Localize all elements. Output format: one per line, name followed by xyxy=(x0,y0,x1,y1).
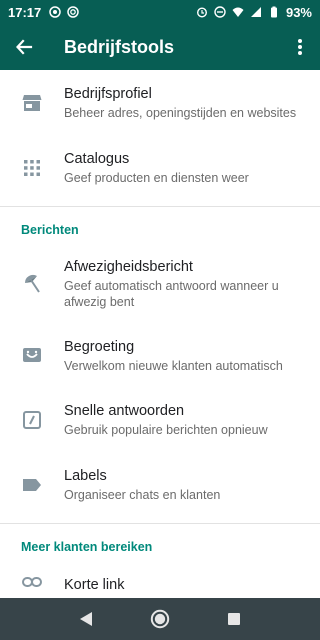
greeting-icon xyxy=(23,348,41,362)
more-vert-icon xyxy=(298,39,302,55)
arrow-left-icon xyxy=(16,39,33,55)
status-bar: 17:17 93% xyxy=(0,0,320,24)
item-subtitle: Verwelkom nieuwe klanten automatisch xyxy=(64,359,283,373)
list-item-short-link[interactable]: Korte link xyxy=(0,560,320,598)
item-title: Afwezigheidsbericht xyxy=(64,259,193,275)
nav-back-icon[interactable] xyxy=(79,611,93,627)
quick-reply-icon xyxy=(23,411,41,429)
list-item-greeting[interactable]: Begroeting Verwelkom nieuwe klanten auto… xyxy=(0,325,320,387)
list-item-quick-replies[interactable]: Snelle antwoorden Gebruik populaire beri… xyxy=(0,387,320,453)
page-title: Bedrijfstools xyxy=(64,36,175,57)
back-button[interactable] xyxy=(0,24,48,70)
item-subtitle: Geef producten en diensten weer xyxy=(64,171,249,185)
app-bar: Bedrijfstools xyxy=(0,24,320,70)
item-subtitle: Gebruik populaire berichten opnieuw xyxy=(64,423,268,437)
settings-list: Bedrijfsprofiel Beheer adres, openingsti… xyxy=(0,70,320,598)
status-time: 17:17 xyxy=(8,4,42,20)
item-title: Snelle antwoorden xyxy=(64,403,185,419)
item-title: Begroeting xyxy=(64,339,135,355)
more-options-button[interactable] xyxy=(280,24,320,70)
whatsapp-icon xyxy=(49,6,61,18)
item-subtitle: Beheer adres, openingstijden en websites xyxy=(64,106,297,120)
beach-umbrella-icon xyxy=(24,274,40,293)
do-not-disturb-icon xyxy=(214,6,226,18)
battery-icon xyxy=(270,6,277,18)
list-item-business-profile[interactable]: Bedrijfsprofiel Beheer adres, openingsti… xyxy=(0,70,320,136)
item-subtitle: Geef automatisch antwoord wanneer u afwe… xyxy=(64,279,279,309)
item-title: Bedrijfsprofiel xyxy=(64,86,152,102)
item-subtitle: Organiseer chats en klanten xyxy=(64,488,221,502)
nav-home-icon[interactable] xyxy=(150,609,170,629)
section-header-messages: Berichten xyxy=(21,223,79,237)
battery-percentage: 93% xyxy=(285,4,312,20)
navigation-bar xyxy=(0,598,320,640)
alarm-icon xyxy=(196,7,207,18)
item-title: Korte link xyxy=(64,577,125,593)
section-header-reach: Meer klanten bereiken xyxy=(21,540,153,554)
link-icon xyxy=(22,577,42,587)
item-title: Labels xyxy=(64,468,107,484)
label-icon xyxy=(23,479,41,491)
list-item-away-message[interactable]: Afwezigheidsbericht Geef automatisch ant… xyxy=(0,243,320,325)
signal-icon xyxy=(250,7,261,17)
item-title: Catalogus xyxy=(64,151,130,167)
store-icon xyxy=(22,95,42,111)
list-item-labels[interactable]: Labels Organiseer chats en klanten xyxy=(0,453,320,517)
grid-icon xyxy=(24,160,40,176)
list-item-catalog[interactable]: Catalogus Geef producten en diensten wee… xyxy=(0,136,320,200)
camera-icon xyxy=(67,6,79,18)
wifi-icon xyxy=(232,7,244,17)
nav-recents-icon[interactable] xyxy=(227,612,241,626)
